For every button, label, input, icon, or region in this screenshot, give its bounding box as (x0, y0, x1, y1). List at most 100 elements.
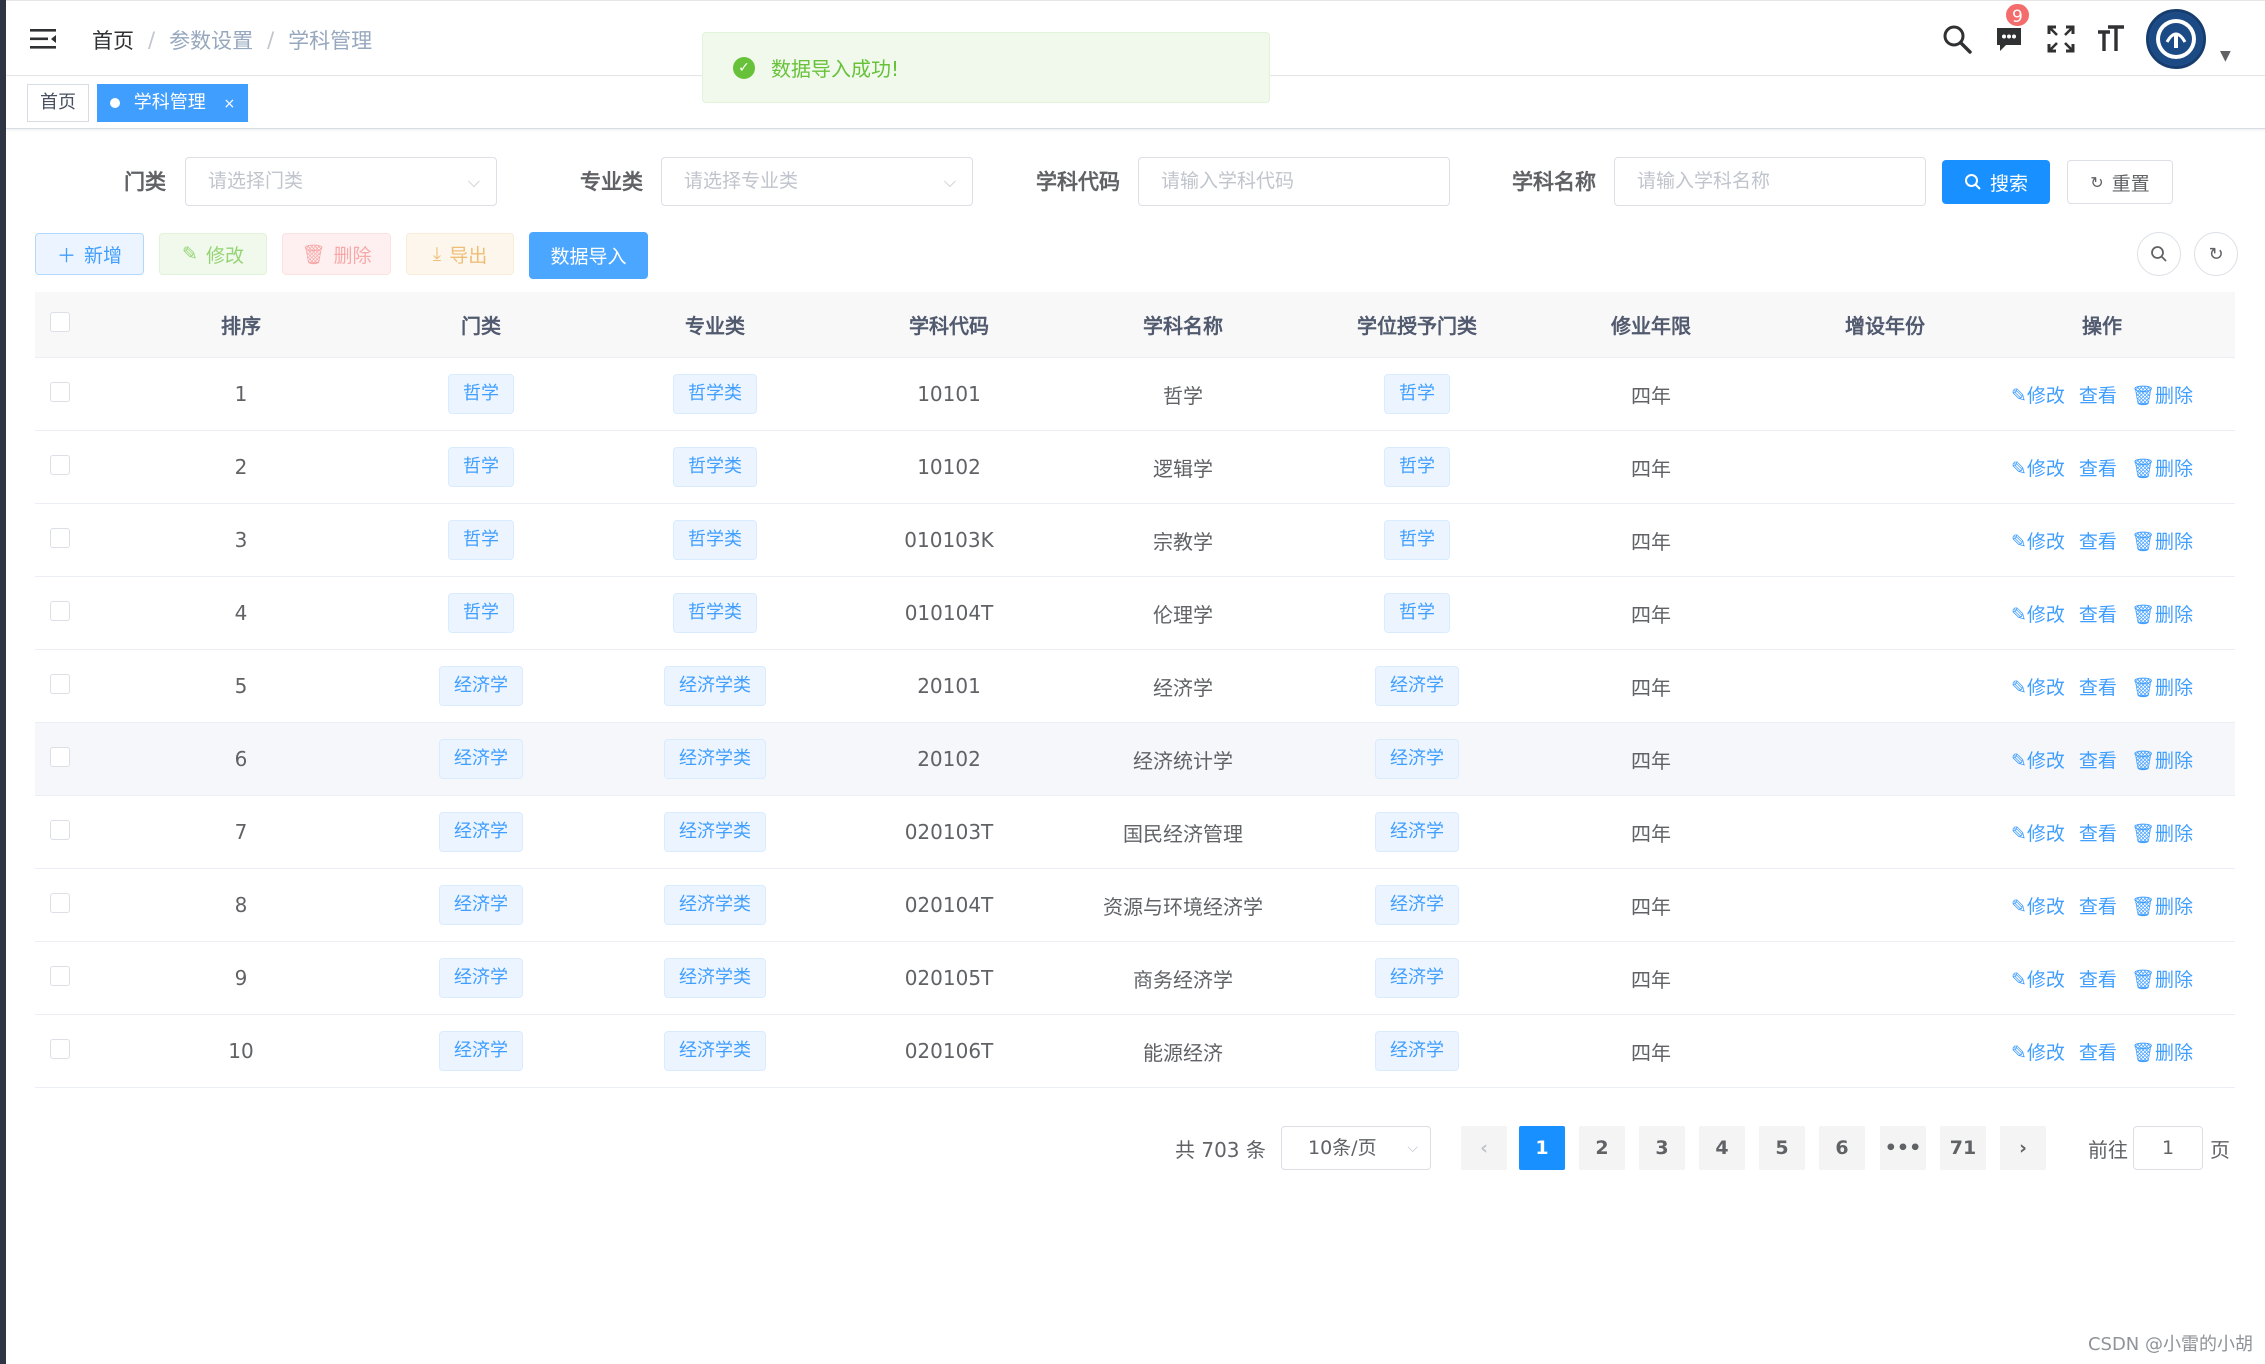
row-checkbox[interactable] (50, 673, 70, 694)
row-checkbox[interactable] (50, 746, 70, 767)
cell-code: 20101 (917, 674, 981, 698)
row-checkbox[interactable] (50, 819, 70, 840)
breadcrumb-params[interactable]: 参数设置 (169, 25, 253, 55)
table-row: 5 经济学 经济学类 20101 经济学 经济学 四年 ✎修改 查看 🗑删除 (35, 650, 2235, 723)
edit-button[interactable]: ✎ 修改 (159, 233, 267, 275)
delete-button[interactable]: 🗑 删除 (282, 233, 391, 275)
page-button-4[interactable]: 4 (1699, 1126, 1745, 1170)
row-delete-link[interactable]: 🗑删除 (2131, 454, 2193, 481)
select-all-checkbox[interactable] (50, 312, 70, 332)
zhuanye-select[interactable]: 请选择专业类 ⌵ (661, 157, 973, 206)
cell-code: 10101 (917, 382, 981, 406)
row-edit-link[interactable]: ✎修改 (2011, 454, 2065, 481)
avatar-caret-icon[interactable]: ▼ (2220, 48, 2231, 64)
row-edit-link[interactable]: ✎修改 (2011, 746, 2065, 773)
row-view-link[interactable]: 查看 (2079, 600, 2117, 627)
page-ellipsis[interactable]: ••• (1880, 1126, 1926, 1170)
search-icon (2151, 246, 2167, 262)
export-button[interactable]: ⤓ 导出 (406, 233, 514, 275)
row-checkbox[interactable] (50, 527, 70, 548)
row-edit-link[interactable]: ✎修改 (2011, 1038, 2065, 1065)
row-view-link[interactable]: 查看 (2079, 381, 2117, 408)
row-edit-link[interactable]: ✎修改 (2011, 381, 2065, 408)
code-label: 学科代码 (1036, 170, 1120, 194)
row-delete-link[interactable]: 🗑删除 (2131, 673, 2193, 700)
tab-home[interactable]: 首页 (27, 84, 89, 122)
code-input[interactable]: 请输入学科代码 (1138, 157, 1450, 206)
page-button-6[interactable]: 6 (1819, 1126, 1865, 1170)
avatar[interactable] (2146, 9, 2206, 69)
search-icon[interactable] (1942, 24, 1972, 54)
cell-menlei: 经济学 (397, 958, 565, 998)
menlei-select[interactable]: 请选择门类 ⌵ (185, 157, 497, 206)
row-view-link[interactable]: 查看 (2079, 965, 2117, 992)
row-view-link[interactable]: 查看 (2079, 892, 2117, 919)
row-edit-link[interactable]: ✎修改 (2011, 673, 2065, 700)
row-delete-link[interactable]: 🗑删除 (2131, 746, 2193, 773)
row-view-link[interactable]: 查看 (2079, 454, 2117, 481)
row-delete-link[interactable]: 🗑删除 (2131, 527, 2193, 554)
row-checkbox[interactable] (50, 892, 70, 913)
row-view-link[interactable]: 查看 (2079, 673, 2117, 700)
fullscreen-icon[interactable] (2046, 24, 2076, 54)
cell-sort: 10 (228, 1039, 254, 1063)
breadcrumb-home[interactable]: 首页 (92, 25, 134, 55)
row-checkbox[interactable] (50, 454, 70, 475)
row-ops: ✎修改 查看 🗑删除 (1969, 1038, 2235, 1065)
header-years: 修业年限 (1611, 314, 1691, 338)
row-view-link[interactable]: 查看 (2079, 1038, 2117, 1065)
row-view-link[interactable]: 查看 (2079, 819, 2117, 846)
page-button-71[interactable]: 71 (1940, 1126, 1986, 1170)
row-view-link[interactable]: 查看 (2079, 746, 2117, 773)
search-button[interactable]: 搜索 (1942, 160, 2050, 204)
row-checkbox[interactable] (50, 1038, 70, 1059)
row-delete-link[interactable]: 🗑删除 (2131, 600, 2193, 627)
row-ops-group: ✎修改 查看 🗑删除 (1969, 673, 2235, 700)
hamburger-icon[interactable] (30, 27, 56, 51)
page-size-select[interactable]: 10条/页 ⌵ (1281, 1126, 1431, 1170)
page-button-5[interactable]: 5 (1759, 1126, 1805, 1170)
prev-page-button[interactable]: ‹ (1461, 1126, 1507, 1170)
row-delete-link[interactable]: 🗑删除 (2131, 819, 2193, 846)
row-checkbox[interactable] (50, 381, 70, 402)
row-delete-link[interactable]: 🗑删除 (2131, 892, 2193, 919)
cell-years: 四年 (1631, 967, 1671, 992)
row-checkbox[interactable] (50, 965, 70, 986)
row-edit-link[interactable]: ✎修改 (2011, 527, 2065, 554)
row-delete-link[interactable]: 🗑删除 (2131, 1038, 2193, 1065)
refresh-button[interactable]: ↻ (2194, 232, 2238, 276)
row-ops-group: ✎修改 查看 🗑删除 (1969, 746, 2235, 773)
row-view-link[interactable]: 查看 (2079, 527, 2117, 554)
cell-years: 四年 (1631, 1040, 1671, 1065)
pagination-total: 共 703 条 (1175, 1138, 1266, 1162)
row-edit-link[interactable]: ✎修改 (2011, 819, 2065, 846)
row-delete-link[interactable]: 🗑删除 (2131, 381, 2193, 408)
cell-name: 商务经济学 (1133, 967, 1233, 992)
zhuanye-tag: 经济学类 (664, 885, 766, 925)
page-button-1[interactable]: 1 (1519, 1126, 1565, 1170)
font-size-icon[interactable] (2096, 24, 2126, 54)
next-page-button[interactable]: › (2000, 1126, 2046, 1170)
row-ops: ✎修改 查看 🗑删除 (1969, 527, 2235, 554)
breadcrumb-separator: / (148, 28, 156, 52)
degree-tag: 经济学 (1375, 812, 1459, 852)
row-checkbox[interactable] (50, 600, 70, 621)
table-row: 7 经济学 经济学类 020103T 国民经济管理 经济学 四年 ✎修改 查看 🗑删除 (35, 796, 2235, 869)
row-edit-link[interactable]: ✎修改 (2011, 600, 2065, 627)
table-row: 2 哲学 哲学类 10102 逻辑学 哲学 四年 ✎修改 查看 🗑删除 (35, 431, 2235, 504)
add-button[interactable]: ＋ 新增 (35, 233, 144, 275)
row-delete-link[interactable]: 🗑删除 (2131, 965, 2193, 992)
name-input[interactable]: 请输入学科名称 (1614, 157, 1926, 206)
cell-years: 四年 (1631, 894, 1671, 919)
row-edit-link[interactable]: ✎修改 (2011, 892, 2065, 919)
tab-subject-management[interactable]: 学科管理 × (97, 84, 249, 122)
toggle-search-button[interactable] (2137, 232, 2181, 276)
cell-zhuanye: 经济学类 (565, 1031, 865, 1071)
reset-button[interactable]: ↻ 重置 (2067, 160, 2173, 204)
close-icon[interactable]: × (223, 96, 235, 112)
page-button-2[interactable]: 2 (1579, 1126, 1625, 1170)
import-button[interactable]: 数据导入 (529, 232, 648, 279)
goto-page-input[interactable]: 1 (2133, 1126, 2203, 1170)
row-edit-link[interactable]: ✎修改 (2011, 965, 2065, 992)
page-button-3[interactable]: 3 (1639, 1126, 1685, 1170)
